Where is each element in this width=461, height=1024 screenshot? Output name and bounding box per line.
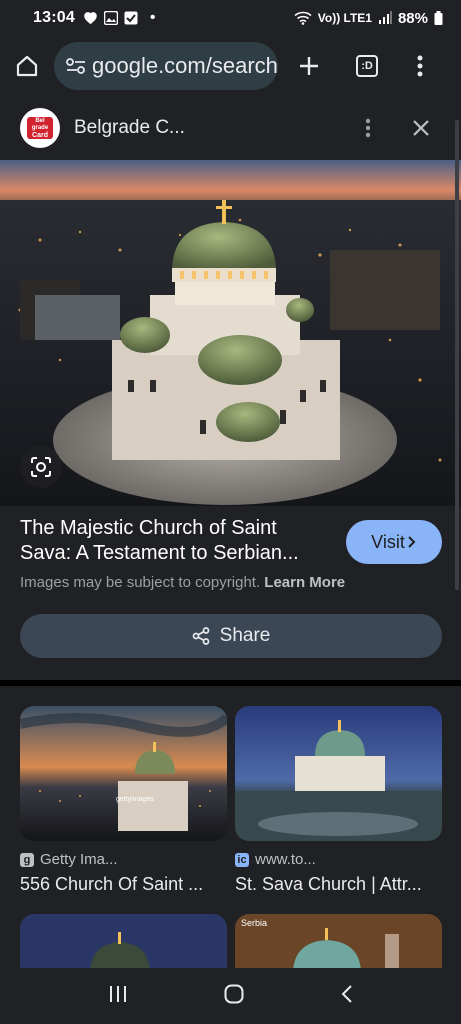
notification-icons: • bbox=[83, 9, 156, 27]
tab-switcher-button[interactable]: :D bbox=[340, 36, 394, 96]
copyright-text: Images may be subject to copyright. bbox=[20, 574, 261, 591]
recents-button[interactable] bbox=[108, 985, 128, 1008]
logo-text-3: Card bbox=[32, 131, 48, 139]
network-type: Vo)) LTE1 bbox=[317, 11, 372, 25]
back-icon bbox=[341, 984, 352, 1003]
share-label: Share bbox=[219, 625, 271, 646]
result-source: g Getty Ima... bbox=[20, 851, 227, 868]
browser-menu-button[interactable] bbox=[400, 36, 440, 96]
result-card[interactable]: ic www.to... St. Sava Church | Attr... bbox=[235, 706, 442, 895]
watermark-text: gettyimages bbox=[116, 796, 154, 803]
tune-icon[interactable] bbox=[62, 52, 90, 80]
signal-icon bbox=[378, 11, 392, 24]
more-vert-icon bbox=[365, 118, 371, 138]
url-text[interactable]: google.com/search bbox=[92, 53, 278, 79]
result-card[interactable]: gettyimages g Getty Ima... 556 Church Of… bbox=[20, 706, 227, 895]
site-favicon-icon: ic bbox=[235, 852, 249, 867]
browser-toolbar: google.com/search :D bbox=[0, 36, 461, 96]
logo-text-1: Bel bbox=[35, 117, 45, 124]
site-name[interactable]: Belgrade C... bbox=[74, 117, 184, 139]
clock: 13:04 bbox=[33, 9, 75, 26]
getty-favicon-icon: g bbox=[20, 852, 34, 867]
more-vert-icon bbox=[417, 55, 423, 77]
related-results: gettyimages g Getty Ima... 556 Church Of… bbox=[0, 686, 461, 968]
heart-icon bbox=[84, 12, 97, 25]
back-button[interactable] bbox=[341, 984, 353, 1009]
home-button[interactable] bbox=[0, 36, 54, 96]
main-image[interactable] bbox=[0, 160, 461, 506]
battery-icon bbox=[434, 11, 443, 25]
result-thumbnail[interactable]: gettyimages bbox=[20, 706, 227, 841]
new-tab-button[interactable] bbox=[282, 36, 336, 96]
image-title[interactable]: The Majestic Church of Saint Sava: A Tes… bbox=[20, 516, 320, 566]
result-thumbnail[interactable] bbox=[20, 914, 227, 968]
scrollbar[interactable] bbox=[455, 120, 459, 590]
result-source: ic www.to... bbox=[235, 851, 442, 868]
home-nav-button[interactable] bbox=[224, 984, 244, 1009]
visit-label: Visit bbox=[371, 531, 405, 552]
address-bar[interactable]: google.com/search bbox=[54, 42, 278, 90]
close-icon bbox=[413, 120, 429, 136]
gallery-icon bbox=[103, 11, 118, 25]
checkbox-icon bbox=[124, 11, 138, 25]
image-caption: The Majestic Church of Saint Sava: A Tes… bbox=[20, 516, 345, 591]
lens-button[interactable] bbox=[20, 446, 62, 488]
home-icon bbox=[16, 55, 38, 77]
logo-text-2: grade bbox=[31, 124, 49, 131]
image-viewer-panel: Bel grade Card Belgrade C... The Majesti… bbox=[0, 96, 461, 680]
tabs-icon[interactable]: :D bbox=[356, 55, 378, 77]
battery-level: 88% bbox=[397, 9, 428, 27]
recents-icon bbox=[110, 985, 127, 1002]
viewer-header: Bel grade Card Belgrade C... bbox=[0, 96, 461, 160]
system-icons: Vo)) LTE1 88% bbox=[294, 10, 443, 27]
lens-icon bbox=[31, 457, 51, 477]
share-button[interactable]: Share bbox=[20, 614, 442, 658]
system-nav-bar bbox=[0, 968, 461, 1024]
result-title[interactable]: St. Sava Church | Attr... bbox=[235, 874, 442, 895]
learn-more-link[interactable]: Learn More bbox=[264, 574, 345, 591]
viewer-more-button[interactable] bbox=[353, 118, 383, 138]
visit-button[interactable]: Visit bbox=[346, 520, 442, 564]
site-logo[interactable]: Bel grade Card bbox=[20, 108, 60, 148]
dot-icon: • bbox=[149, 9, 156, 26]
chevron-right-icon bbox=[408, 536, 416, 548]
share-icon bbox=[192, 627, 209, 645]
wifi-icon bbox=[294, 11, 312, 25]
serbia-logo-text: Serbia bbox=[241, 918, 267, 928]
source-name: www.to... bbox=[255, 851, 316, 868]
source-name: Getty Ima... bbox=[40, 851, 118, 868]
home-circle-icon bbox=[224, 984, 244, 1003]
status-bar: 13:04 • Vo)) LTE1 88% bbox=[0, 0, 461, 36]
close-button[interactable] bbox=[401, 119, 441, 137]
result-thumbnail[interactable] bbox=[235, 706, 442, 841]
result-title[interactable]: 556 Church Of Saint ... bbox=[20, 874, 227, 895]
plus-icon bbox=[300, 57, 318, 75]
copyright-note: Images may be subject to copyright. Lear… bbox=[20, 574, 345, 591]
result-thumbnail[interactable]: Serbia bbox=[235, 914, 442, 968]
logo-card: Bel grade Card bbox=[27, 117, 53, 139]
